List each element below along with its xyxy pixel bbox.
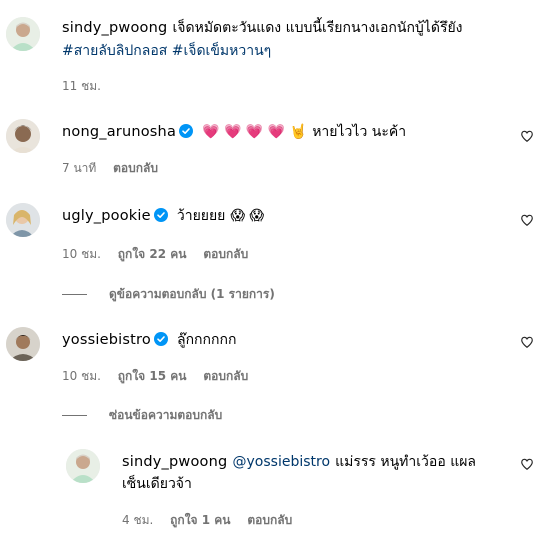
timestamp[interactable]: 11 ชม. [62, 79, 101, 93]
likes-count[interactable]: ถูกใจ 15 คน [118, 369, 187, 383]
reply-button[interactable]: ตอบกลับ [247, 513, 292, 527]
view-replies-button[interactable]: ดูข้อความตอบกลับ (1 รายการ) [62, 285, 275, 304]
username[interactable]: sindy_pwoong [62, 20, 167, 36]
comment-text: เจ็ดหมัดตะวันแดง แบบนี้เรียกนางเอกนักบู้… [172, 20, 463, 36]
timestamp[interactable]: 10 ชม. [62, 369, 101, 383]
avatar[interactable] [66, 449, 100, 483]
mention-link[interactable]: @yossiebistro [233, 454, 331, 470]
emoji-text: 💗 💗 💗 💗 🤘 [202, 124, 308, 140]
reply-button[interactable]: ตอบกลับ [113, 161, 158, 175]
avatar[interactable] [6, 119, 40, 153]
emoji-text: 😱 😱 [230, 208, 265, 224]
divider [62, 415, 87, 416]
avatar[interactable] [6, 203, 40, 237]
like-heart-icon[interactable] [520, 213, 534, 227]
comment-text: หายไวไว นะค้า [312, 124, 407, 140]
username[interactable]: nong_arunosha [62, 124, 176, 140]
hide-replies-button[interactable]: ซ่อนข้อความตอบกลับ [62, 406, 222, 425]
comment-text: ลู๊กกกกกก [177, 332, 237, 348]
likes-count[interactable]: ถูกใจ 22 คน [118, 247, 187, 261]
username[interactable]: sindy_pwoong [122, 454, 227, 470]
like-heart-icon[interactable] [520, 457, 534, 471]
hide-replies-label: ซ่อนข้อความตอบกลับ [109, 408, 223, 422]
reply-button[interactable]: ตอบกลับ [203, 247, 248, 261]
verified-badge-icon [153, 332, 168, 346]
avatar[interactable] [6, 327, 40, 361]
comment-text: ว้ายยยย [176, 208, 226, 224]
view-replies-label: ดูข้อความตอบกลับ (1 รายการ) [109, 287, 275, 301]
comment-text: เซ็นเดียวจ้า [122, 476, 192, 492]
username[interactable]: ugly_pookie [62, 208, 151, 224]
avatar[interactable] [6, 17, 40, 51]
timestamp[interactable]: 4 ชม. [122, 513, 153, 527]
like-heart-icon[interactable] [520, 335, 534, 349]
reply-button[interactable]: ตอบกลับ [203, 369, 248, 383]
timestamp[interactable]: 10 ชม. [62, 247, 101, 261]
verified-badge-icon [179, 124, 194, 138]
timestamp[interactable]: 7 นาที [62, 161, 96, 175]
like-heart-icon[interactable] [520, 129, 534, 143]
likes-count[interactable]: ถูกใจ 1 คน [170, 513, 230, 527]
divider [62, 294, 87, 295]
username[interactable]: yossiebistro [62, 332, 151, 348]
hashtags[interactable]: #สายลับลิปกลอส #เจ็ดเข็มหวานๆ [62, 40, 271, 62]
verified-badge-icon [153, 208, 168, 222]
comment-text: แม่รรร หนูทำเว้ออ แผล [335, 454, 476, 470]
